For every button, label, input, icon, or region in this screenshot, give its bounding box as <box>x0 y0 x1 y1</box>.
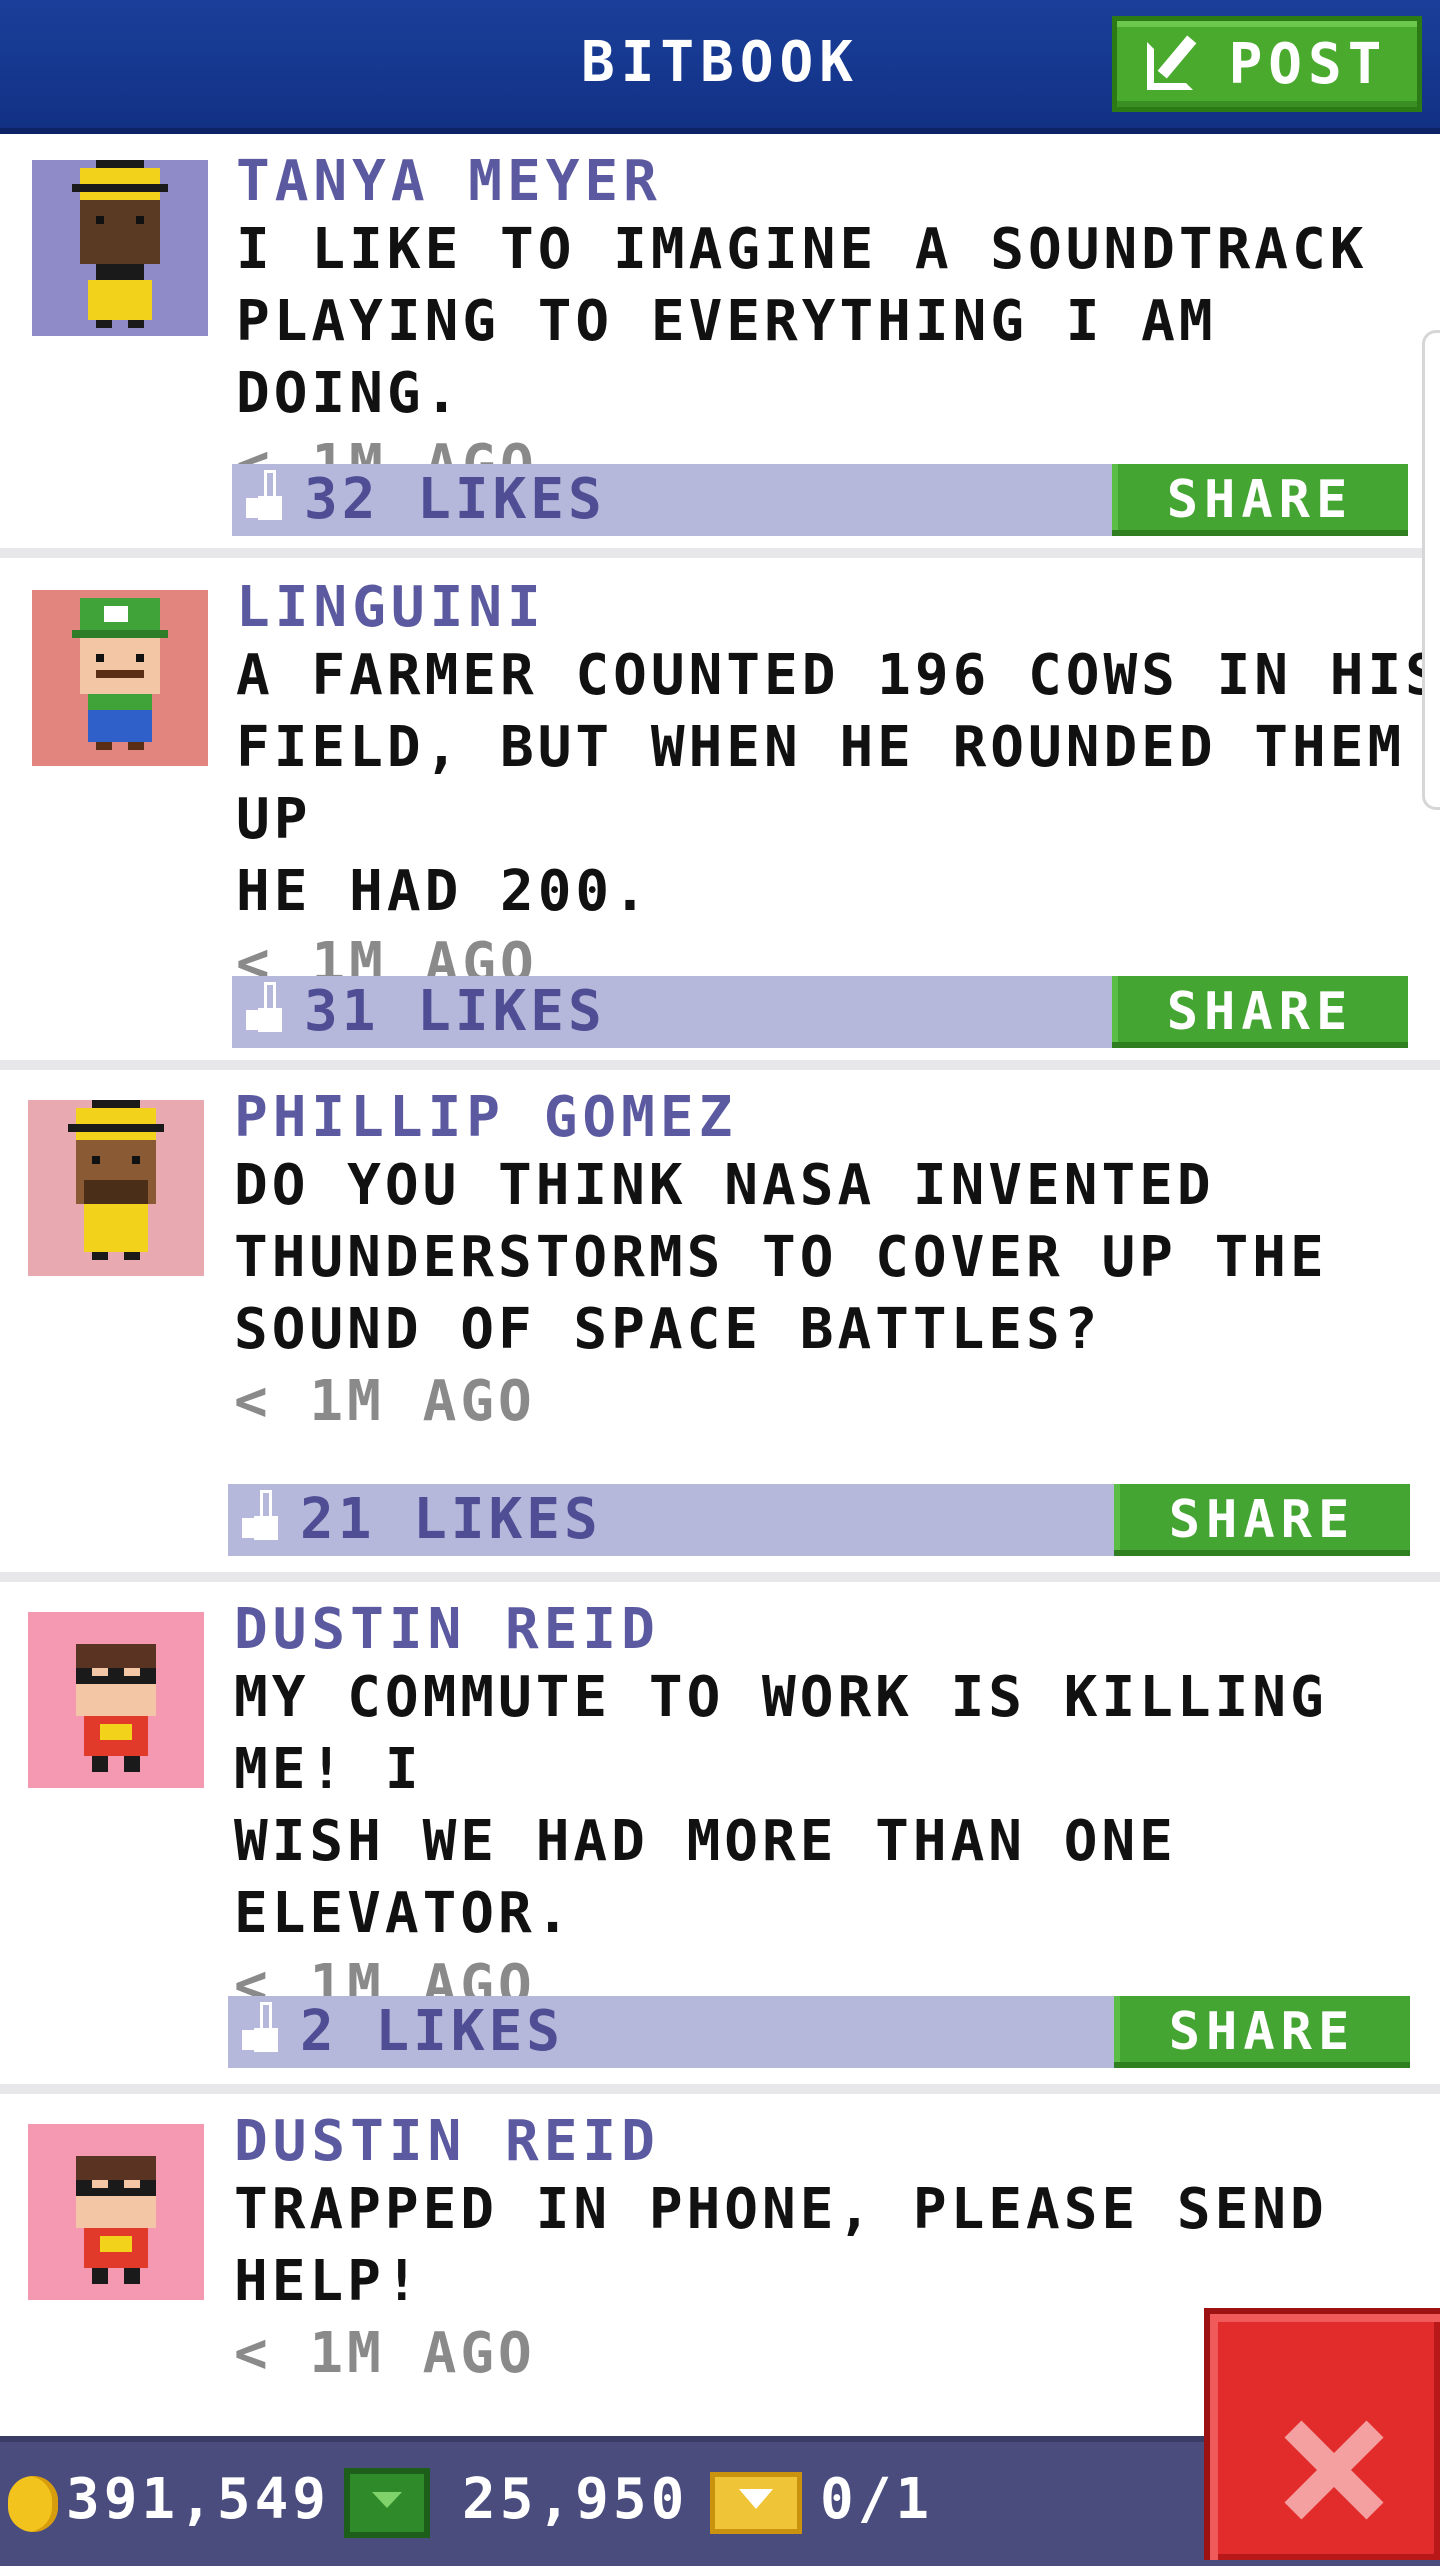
feed-post: PHILLIP GOMEZ DO YOU THINK NASA INVENTED… <box>0 1070 1440 1582</box>
edit-icon <box>1146 34 1207 94</box>
avatar[interactable] <box>28 1612 204 1788</box>
post-author[interactable]: DUSTIN REID <box>234 1598 1440 1662</box>
share-button[interactable]: SHARE <box>1112 464 1408 536</box>
feed-post: DUSTIN REID MY COMMUTE TO WORK IS KILLIN… <box>0 1582 1440 2094</box>
thumbs-up-icon <box>242 2002 278 2052</box>
feed[interactable]: TANYA MEYER I LIKE TO IMAGINE A SOUNDTRA… <box>0 134 1440 2494</box>
like-bar[interactable]: 2 LIKES SHARE <box>228 1996 1410 2068</box>
avatar[interactable] <box>32 590 208 766</box>
post-body: DUSTIN REID MY COMMUTE TO WORK IS KILLIN… <box>234 1598 1440 2022</box>
bux-icon <box>344 2468 430 2538</box>
post-button[interactable]: POST <box>1112 16 1422 112</box>
close-button[interactable] <box>1204 2308 1440 2560</box>
like-bar[interactable]: 32 LIKES SHARE <box>232 464 1408 536</box>
post-body: TANYA MEYER I LIKE TO IMAGINE A SOUNDTRA… <box>236 150 1440 502</box>
avatar-image <box>28 1612 204 1788</box>
thumbs-up-icon <box>246 982 282 1032</box>
post-button-label: POST <box>1228 31 1388 97</box>
post-body: PHILLIP GOMEZ DO YOU THINK NASA INVENTED… <box>234 1086 1440 1438</box>
like-count: 21 LIKES <box>300 1487 602 1552</box>
thumbs-up-icon <box>246 470 282 520</box>
post-author[interactable]: DUSTIN REID <box>234 2110 1440 2174</box>
post-message: TRAPPED IN PHONE, PLEASE SEND HELP! <box>234 2177 1328 2314</box>
avatar-image <box>28 2124 204 2300</box>
post-message: DO YOU THINK NASA INVENTED THUNDERSTORMS… <box>234 1153 1328 1362</box>
post-time: < 1M AGO <box>234 1369 536 1434</box>
ticket-icon <box>710 2472 802 2534</box>
like-count: 31 LIKES <box>304 979 606 1044</box>
avatar[interactable] <box>32 160 208 336</box>
close-icon <box>1284 2420 1384 2520</box>
share-button[interactable]: SHARE <box>1114 1996 1410 2068</box>
post-author[interactable]: LINGUINI <box>236 576 1440 640</box>
share-button[interactable]: SHARE <box>1114 1484 1410 1556</box>
post-message: I LIKE TO IMAGINE A SOUNDTRACK PLAYING T… <box>236 217 1368 426</box>
like-bar[interactable]: 21 LIKES SHARE <box>228 1484 1410 1556</box>
post-message: A FARMER COUNTED 196 COWS IN HIS FIELD, … <box>236 643 1440 924</box>
feed-post: TANYA MEYER I LIKE TO IMAGINE A SOUNDTRA… <box>0 134 1440 558</box>
post-body: LINGUINI A FARMER COUNTED 196 COWS IN HI… <box>236 576 1440 1000</box>
app-header: BITBOOK POST <box>0 0 1440 134</box>
post-author[interactable]: TANYA MEYER <box>236 150 1440 214</box>
like-count: 32 LIKES <box>304 467 606 532</box>
post-message: MY COMMUTE TO WORK IS KILLING ME! I WISH… <box>234 1665 1328 1946</box>
thumbs-up-icon <box>242 1490 278 1540</box>
post-author[interactable]: PHILLIP GOMEZ <box>234 1086 1440 1150</box>
like-count: 2 LIKES <box>300 1999 565 2064</box>
avatar[interactable] <box>28 1100 204 1276</box>
avatar[interactable] <box>28 2124 204 2300</box>
feed-post: LINGUINI A FARMER COUNTED 196 COWS IN HI… <box>0 558 1440 1070</box>
coin-count: 391,549 <box>66 2467 331 2532</box>
bux-count: 25,950 <box>462 2467 689 2532</box>
avatar-image <box>32 590 208 766</box>
like-bar[interactable]: 31 LIKES SHARE <box>232 976 1408 1048</box>
scroll-handle[interactable] <box>1422 330 1440 810</box>
share-button[interactable]: SHARE <box>1112 976 1408 1048</box>
ticket-count: 0/1 <box>820 2467 934 2532</box>
avatar-image <box>28 1100 204 1276</box>
avatar-image <box>32 160 208 336</box>
coin-icon <box>8 2476 58 2532</box>
